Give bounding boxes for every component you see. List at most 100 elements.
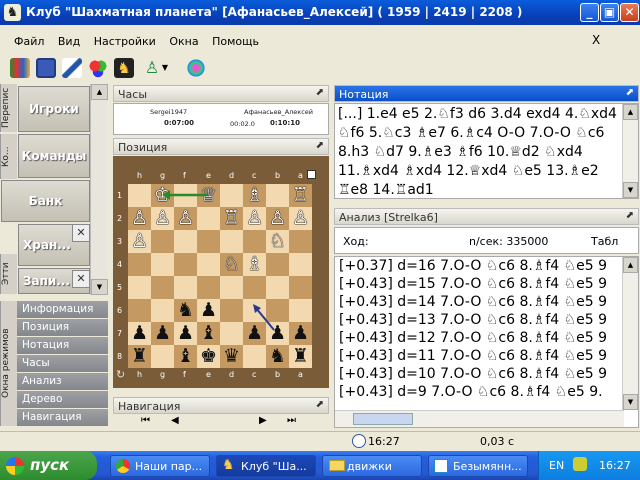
clocks-panel: Sergei1947 Афанасьев_Алексей 0:07:00 00:… (113, 103, 329, 135)
nav-item-position[interactable]: Позиция (17, 319, 108, 337)
menu-file[interactable]: Файл (14, 35, 44, 48)
analysis-line[interactable]: [+0.43] d=10 7.O-O ♘c6 8.♗f4 ♘e5 9 (339, 366, 607, 382)
analysis-line[interactable]: [+0.43] d=15 7.O-O ♘c6 8.♗f4 ♘e5 9 (339, 276, 607, 292)
nav-item-analysis[interactable]: Анализ (17, 373, 108, 391)
notation-panel-title: Нотация (339, 88, 389, 101)
file-label: c (252, 171, 257, 180)
window-title: Клуб "Шахматная планета" [Афанасьев_Алек… (26, 5, 523, 19)
start-label: пуск (30, 456, 70, 474)
pin-icon[interactable]: ⬈ (316, 87, 324, 98)
records-close-icon[interactable]: ✕ (72, 270, 90, 288)
notation-panel[interactable]: [...] 1.e4 e5 2.♘f3 d6 3.d4 exd4 4.♘xd4 … (334, 103, 639, 199)
white-player-name: Sergei1947 (150, 108, 188, 116)
move-arrows (162, 190, 275, 331)
library-icon[interactable] (10, 58, 30, 78)
scroll-up-icon[interactable]: ▲ (623, 104, 638, 120)
last-move-icon[interactable]: ⏭ (287, 415, 296, 426)
teams-label: Команды (21, 149, 87, 163)
analysis-hscrollbar[interactable] (335, 410, 624, 427)
analysis-panel-title: Анализ [Strelka6] (339, 211, 438, 224)
analysis-vscrollbar[interactable]: ▲ ▼ (622, 257, 638, 410)
analysis-line[interactable]: [+0.43] d=11 7.O-O ♘c6 8.♗f4 ♘e5 9 (339, 348, 607, 364)
nav-item-clocks[interactable]: Часы (17, 355, 108, 373)
nav-item-info[interactable]: Информация (17, 301, 108, 319)
scroll-up-icon[interactable]: ▲ (623, 257, 638, 273)
vtab-etti[interactable]: Этти (0, 254, 17, 294)
save-icon[interactable] (36, 58, 56, 78)
pin-icon[interactable]: ⬈ (626, 87, 634, 98)
tablebase-label: Табл (591, 235, 619, 248)
scroll-down-icon[interactable]: ▼ (623, 182, 638, 198)
bank-label: Банк (28, 194, 63, 208)
records-label: Запи... (23, 274, 70, 288)
next-move-icon[interactable]: ▶ (259, 415, 267, 426)
scroll-down-icon[interactable]: ▼ (623, 394, 638, 410)
analysis-line[interactable]: [+0.43] d=14 7.O-O ♘c6 8.♗f4 ♘e5 9 (339, 294, 607, 310)
close-button[interactable]: ✕ (620, 3, 639, 22)
task-chess-club-label: Клуб "Ша... (241, 460, 307, 473)
green-arrow-head (162, 190, 170, 200)
language-indicator[interactable]: EN (549, 459, 564, 472)
pin-icon[interactable]: ⬈ (316, 399, 324, 410)
board-icon[interactable]: ♞ (114, 58, 134, 78)
analysis-line[interactable]: [+0.43] d=12 7.O-O ♘c6 8.♗f4 ♘e5 9 (339, 330, 607, 346)
menu-windows[interactable]: Окна (169, 35, 198, 48)
colors-icon[interactable] (88, 58, 108, 78)
clock-icon (352, 434, 366, 448)
menu-settings[interactable]: Настройки (94, 35, 156, 48)
file-label: g (160, 370, 166, 379)
file-label: h (137, 370, 143, 379)
analysis-lines[interactable]: [+0.37] d=16 7.O-O ♘c6 8.♗f4 ♘e5 9 [+0.4… (334, 256, 639, 428)
maximize-button[interactable]: ▣ (600, 3, 619, 22)
nav-item-navigation[interactable]: Навигация (17, 409, 108, 427)
chess-app-icon: ♞ (222, 457, 235, 473)
puzzle-icon[interactable] (186, 58, 206, 78)
vtab-mode-windows[interactable]: Окна режимов (0, 301, 17, 426)
storage-close-icon[interactable]: ✕ (72, 224, 90, 242)
notation-text[interactable]: [...] 1.e4 e5 2.♘f3 d6 3.d4 exd4 4.♘xd4 … (338, 105, 623, 198)
hscroll-thumb[interactable] (353, 413, 413, 425)
folder-icon (329, 460, 345, 471)
first-move-icon[interactable]: ⏮ (141, 415, 150, 426)
analysis-info-bar: Ход: n/сек: 335000 Табл (334, 227, 639, 254)
teams-button[interactable]: Команды (18, 134, 90, 178)
notation-scrollbar[interactable]: ▲ ▼ (622, 104, 638, 198)
flip-board-icon[interactable]: ↻ (116, 368, 125, 381)
nav-item-tree[interactable]: Дерево (17, 391, 108, 409)
black-player-name: Афанасьев_Алексей (244, 108, 314, 116)
document-icon (434, 459, 448, 473)
vtab-perepis[interactable]: Перепис (0, 84, 17, 132)
analysis-line[interactable]: [+0.43] d=13 7.O-O ♘c6 8.♗f4 ♘e5 9 (339, 312, 607, 328)
status-time: 16:27 (368, 435, 400, 448)
navigation-controls: ⏮ ◀ ▶ ⏭ (113, 414, 329, 428)
minimize-button[interactable]: _ (580, 3, 599, 22)
scroll-up-icon[interactable]: ▲ (91, 84, 108, 100)
vtab-ko[interactable]: Ко... (0, 134, 17, 179)
notation-panel-header: Нотация ⬈ (334, 85, 639, 102)
file-labels-top: hgfedcba (128, 170, 312, 182)
engine-icon[interactable]: ♙ (142, 58, 162, 78)
chevron-down-icon[interactable]: ▼ (160, 58, 170, 78)
blue-move-arrow (255, 307, 275, 331)
chess-app-icon: ♞ (4, 4, 21, 21)
tray-icon[interactable] (573, 457, 587, 471)
rank-label: 8 (117, 352, 123, 361)
black-clock: 0:10:10 (270, 119, 300, 127)
analysis-line[interactable]: [+0.43] d=9 7.O-O ♘c6 8.♗f4 ♘e5 9. (339, 384, 603, 400)
mdi-close-button[interactable]: X (592, 33, 600, 47)
chrome-icon (116, 459, 130, 473)
position-panel-title: Позиция (118, 141, 168, 154)
bank-button[interactable]: Банк (1, 180, 90, 222)
white-clock: 0:07:00 (164, 119, 194, 127)
edit-pencil-icon[interactable] (62, 58, 82, 78)
nav-item-notation[interactable]: Нотация (17, 337, 108, 355)
menu-help[interactable]: Помощь (212, 35, 259, 48)
pin-icon[interactable]: ⬈ (316, 140, 324, 151)
menu-view[interactable]: Вид (58, 35, 80, 48)
pin-icon[interactable]: ⬈ (626, 210, 634, 221)
side-scrollbar[interactable]: ▲ ▼ (90, 84, 108, 295)
analysis-line[interactable]: [+0.37] d=16 7.O-O ♘c6 8.♗f4 ♘e5 9 (339, 258, 607, 274)
scroll-down-icon[interactable]: ▼ (91, 279, 108, 295)
players-button[interactable]: Игроки (18, 86, 90, 132)
prev-move-icon[interactable]: ◀ (171, 415, 179, 426)
